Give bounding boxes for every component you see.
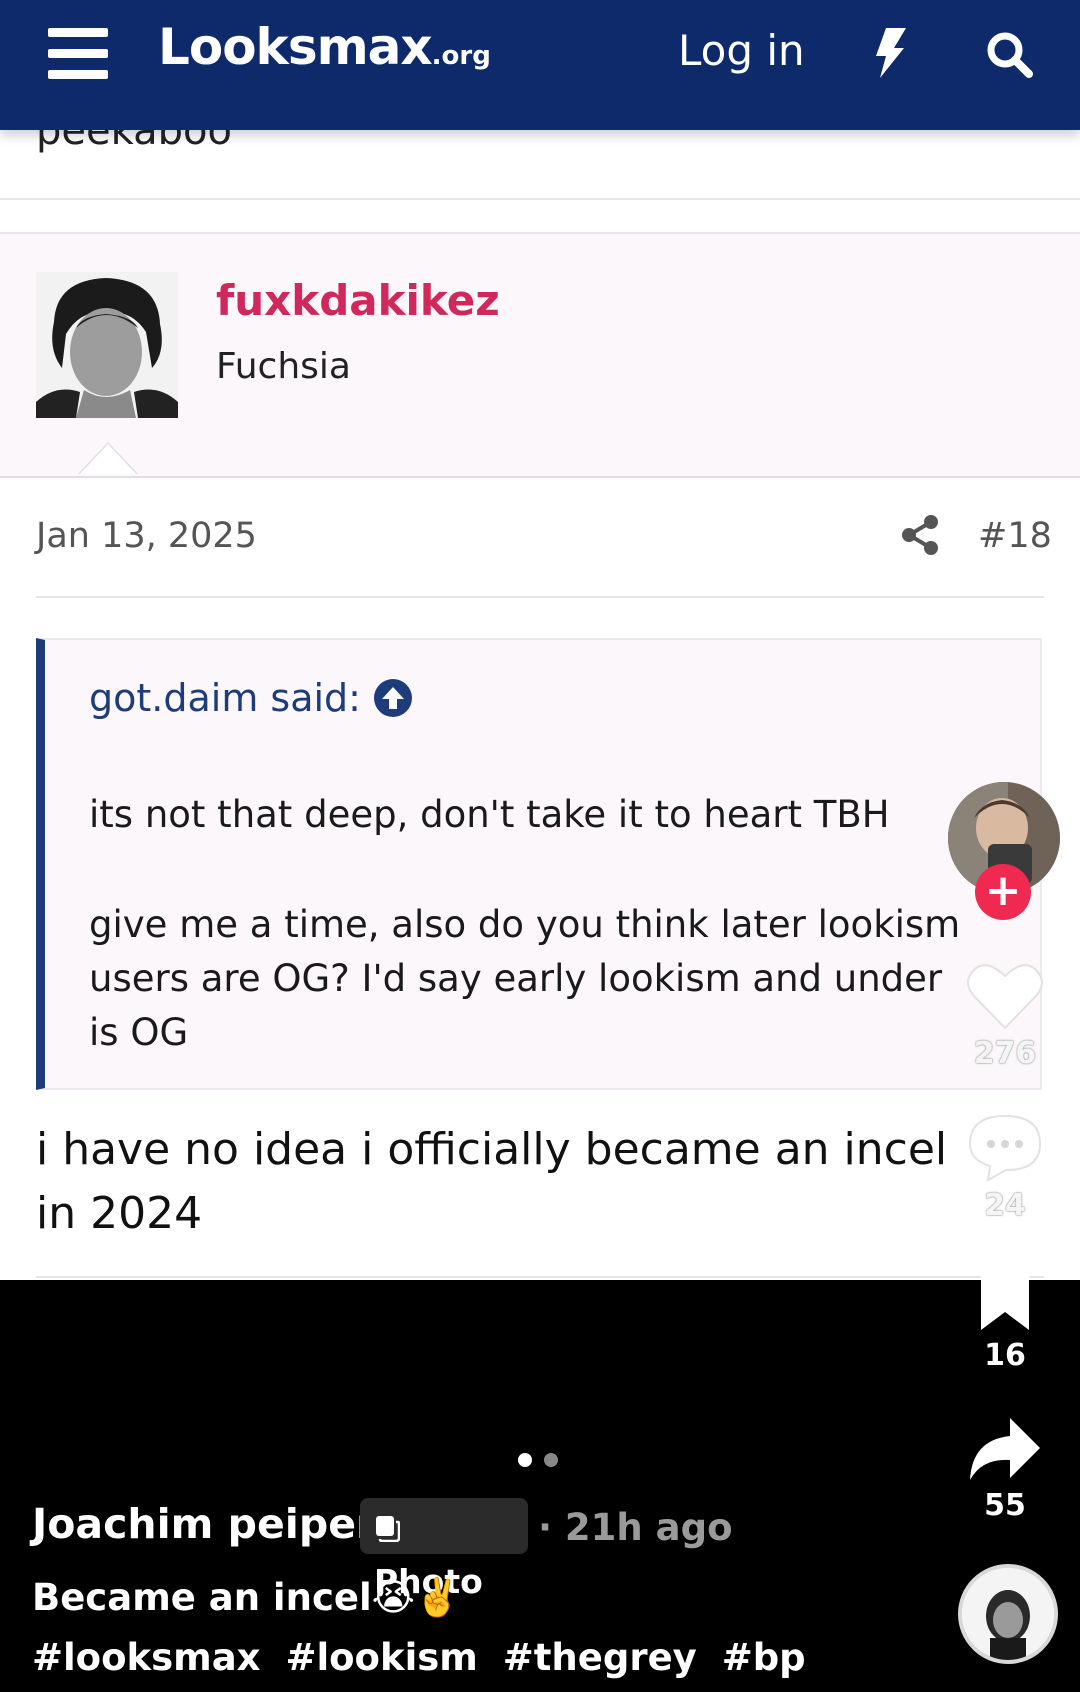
- bookmark-icon[interactable]: [977, 1270, 1033, 1332]
- logo-main: Looksmax: [158, 18, 433, 76]
- comment-action[interactable]: 24: [955, 1112, 1055, 1223]
- video-author[interactable]: Joachim peiper: [32, 1500, 376, 1548]
- comment-count: 24: [984, 1188, 1026, 1223]
- quote-body: its not that deep, don't take it to hear…: [89, 788, 969, 1060]
- hashtag[interactable]: #looksmax: [32, 1636, 261, 1679]
- logo-suffix: .org: [431, 41, 491, 71]
- quote-paragraph: its not that deep, don't take it to hear…: [89, 793, 890, 836]
- quote-paragraph: give me a time, also do you think later …: [89, 903, 961, 1054]
- carousel-dot-active[interactable]: [518, 1453, 532, 1467]
- user-title: Fuchsia: [216, 346, 351, 387]
- site-header: Looksmax.org Log in: [0, 0, 1080, 130]
- comment-icon[interactable]: [966, 1112, 1044, 1182]
- share-action[interactable]: 55: [955, 1416, 1055, 1523]
- divider: [36, 596, 1044, 598]
- post-username[interactable]: fuxkdakikez: [216, 276, 500, 325]
- share-count: 55: [984, 1488, 1026, 1523]
- post-date[interactable]: Jan 13, 2025: [36, 516, 257, 556]
- photo-icon: [376, 1515, 400, 1542]
- follow-button[interactable]: +: [975, 864, 1031, 920]
- video-caption-panel: [0, 1280, 1080, 1692]
- post-reply-text: i have no idea i officially became an in…: [36, 1124, 948, 1239]
- like-action[interactable]: 276: [955, 960, 1055, 1071]
- quote-block: got.daim said: its not that deep, don't …: [36, 638, 1042, 1090]
- time-ago: · 21h ago: [538, 1506, 733, 1549]
- hashtag-list: #looksmax #lookism #thegrey #bp: [32, 1636, 818, 1679]
- carousel-dot[interactable]: [544, 1453, 558, 1467]
- divider: [0, 198, 1080, 200]
- hashtag[interactable]: #bp: [722, 1636, 806, 1679]
- arrow-up-icon[interactable]: [373, 678, 413, 718]
- hashtag[interactable]: #thegrey: [503, 1636, 697, 1679]
- site-logo[interactable]: Looksmax.org: [158, 18, 491, 76]
- bolt-icon[interactable]: [872, 28, 908, 78]
- post-user-block: fuxkdakikez Fuchsia: [0, 232, 1080, 478]
- login-button[interactable]: Log in: [678, 26, 805, 75]
- search-icon[interactable]: [985, 30, 1033, 78]
- save-action[interactable]: 16: [955, 1270, 1055, 1373]
- heart-icon[interactable]: [966, 960, 1044, 1030]
- user-block-pointer: [78, 442, 138, 474]
- share-icon[interactable]: [900, 514, 940, 556]
- post-number-link[interactable]: #18: [978, 516, 1052, 556]
- video-caption: Became an incel😭✌️: [32, 1576, 461, 1619]
- hashtag[interactable]: #lookism: [285, 1636, 477, 1679]
- like-count: 276: [973, 1036, 1037, 1071]
- menu-icon[interactable]: [48, 28, 108, 80]
- divider: [36, 1276, 1044, 1278]
- quote-attribution[interactable]: got.daim said:: [89, 676, 361, 720]
- avatar[interactable]: [36, 272, 178, 418]
- save-count: 16: [984, 1338, 1026, 1373]
- sound-disc[interactable]: [958, 1564, 1058, 1664]
- forward-icon[interactable]: [968, 1416, 1042, 1482]
- carousel-indicator: [518, 1452, 570, 1471]
- photo-chip[interactable]: Photo: [360, 1498, 528, 1601]
